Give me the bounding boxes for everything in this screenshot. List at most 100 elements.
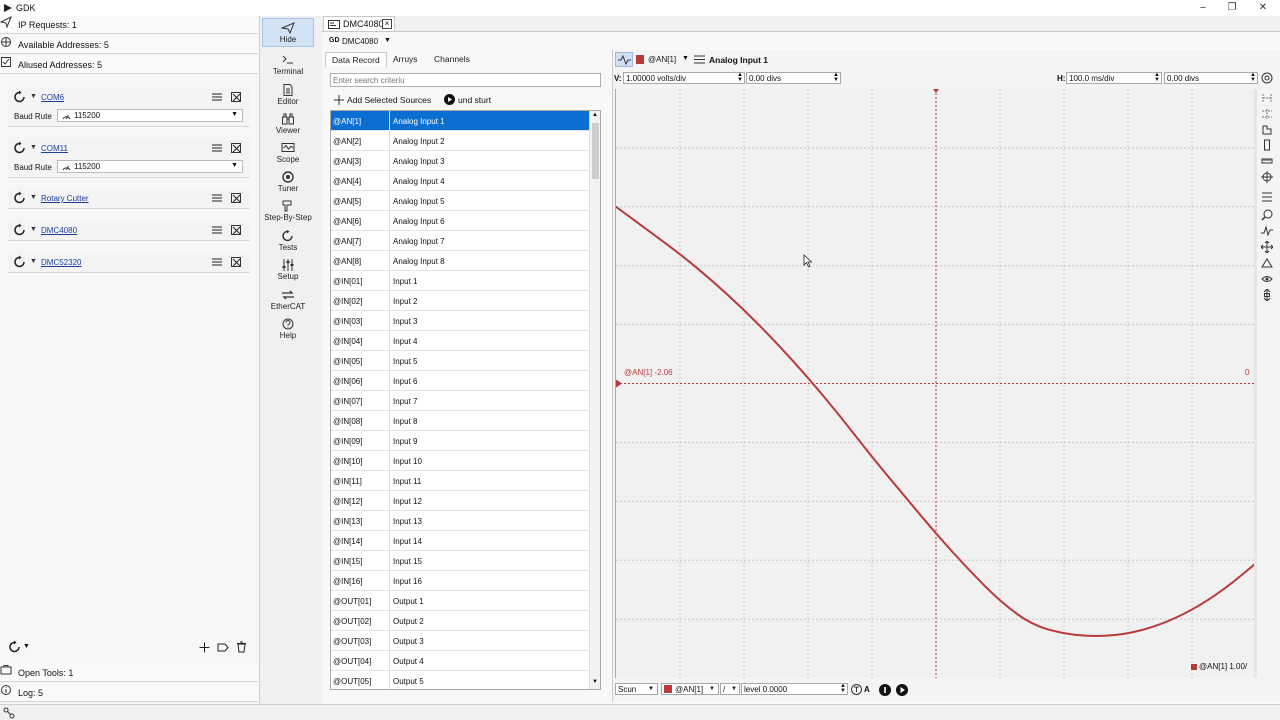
list-item[interactable]: @IN[01] Input 1	[331, 271, 589, 291]
chevron-down-icon[interactable]: ▼	[30, 93, 37, 100]
chevron-down-icon[interactable]: ▼	[30, 144, 37, 151]
close-window-icon[interactable]: ✕	[1256, 2, 1270, 14]
close-icon[interactable]	[231, 257, 241, 267]
baud-rate-select[interactable]: 115200 ▼	[57, 109, 243, 122]
add-icon[interactable]	[199, 642, 210, 653]
menu-icon[interactable]	[212, 92, 222, 102]
chevron-down-icon[interactable]: ▼	[682, 55, 689, 62]
auto-trigger-label[interactable]: A	[864, 685, 870, 694]
tab-arrays[interactable]: Arruys	[387, 52, 424, 67]
ruler-icon[interactable]	[1261, 155, 1273, 167]
tool-setup[interactable]: Setup	[262, 259, 314, 281]
v-scale-input[interactable]: 1.00000 volts/div ▲ ▼	[623, 72, 745, 84]
list-item[interactable]: @IN[11] Input 11	[331, 471, 589, 491]
horizontal-cursor-icon[interactable]	[1261, 108, 1273, 120]
list-item[interactable]: @IN[03] Input 3	[331, 311, 589, 331]
menu-icon[interactable]	[212, 143, 222, 153]
controller-name-link[interactable]: DMC52320	[41, 258, 81, 267]
scroll-up-icon[interactable]: ▲	[592, 112, 598, 118]
refresh-icon[interactable]	[13, 191, 27, 205]
list-item[interactable]: @IN[09] Input 9	[331, 431, 589, 451]
h-offset-input[interactable]: 0.00 divs ▲ ▼	[1164, 72, 1258, 84]
close-icon[interactable]	[231, 193, 241, 203]
connections-icon[interactable]	[3, 707, 15, 719]
crosshair-icon[interactable]	[1261, 171, 1273, 183]
scope-plot[interactable]: @AN[1] -2.06 0 @AN[1] 1.00/	[615, 89, 1256, 678]
channel-selector[interactable]: @AN[1]	[648, 55, 676, 64]
list-item[interactable]: @IN[14] Input 14	[331, 531, 589, 551]
tool-editor[interactable]: Editor	[262, 84, 314, 106]
controller-name-link[interactable]: COM11	[41, 144, 68, 153]
peak-icon[interactable]	[1261, 257, 1273, 269]
tool-ethercat[interactable]: EtherCAT	[262, 289, 314, 311]
tool-tuner[interactable]: Tuner	[262, 171, 314, 193]
spinner-icon[interactable]: ▲ ▼	[833, 72, 839, 83]
trigger-icon[interactable]	[851, 684, 862, 695]
v-offset-input[interactable]: 0.00 divs ▲ ▼	[746, 72, 841, 84]
minimize-icon[interactable]: –	[1196, 2, 1210, 14]
list-item[interactable]: @IN[15] Input 15	[331, 551, 589, 571]
refresh-icon[interactable]	[13, 255, 27, 269]
open-tools-row[interactable]: Open Tools: 1	[0, 664, 258, 682]
list-item[interactable]: @OUT[05] Output 5	[331, 671, 589, 689]
list-item[interactable]: @OUT[03] Output 3	[331, 631, 589, 651]
aliased-addresses-row[interactable]: Aliused Addresses: 5	[0, 56, 258, 74]
list-item[interactable]: @IN[08] Input 8	[331, 411, 589, 431]
refresh-icon[interactable]	[13, 90, 27, 104]
chevron-down-icon[interactable]: ▼	[23, 643, 30, 650]
maximize-icon[interactable]: ❐	[1225, 2, 1239, 14]
settings-circle-icon[interactable]	[1261, 72, 1273, 84]
spinner-icon[interactable]: ▲ ▼	[1250, 72, 1256, 83]
tool-terminal[interactable]: Terminal	[262, 54, 314, 76]
trigger-channel-select[interactable]: @AN[1] ▼	[661, 683, 719, 695]
spinner-icon[interactable]: ▲ ▼	[737, 72, 743, 83]
eye-icon[interactable]	[1261, 273, 1273, 285]
list-item[interactable]: @IN[06] Input 6	[331, 371, 589, 391]
single-shot-icon[interactable]	[879, 684, 891, 696]
trigger-slope-select[interactable]: / ▼	[720, 683, 740, 695]
spinner-icon[interactable]: ▲ ▼	[1154, 72, 1160, 83]
tab-channels[interactable]: Channels	[428, 52, 476, 67]
chevron-down-icon[interactable]: ▼	[30, 226, 37, 233]
menu-icon[interactable]	[694, 55, 705, 64]
baud-rate-select[interactable]: 115200 ▼	[57, 160, 243, 173]
search-field[interactable]	[330, 73, 601, 87]
tab-dmc4080[interactable]: DMC4080 ×	[323, 16, 395, 31]
menu-icon[interactable]	[212, 257, 222, 267]
controller-selector[interactable]: GD DMC4080 ▼	[327, 34, 397, 48]
expand-vertical-icon[interactable]	[1261, 289, 1273, 301]
close-icon[interactable]	[231, 92, 241, 102]
list-item[interactable]: @AN[8] Analog Input 8	[331, 251, 589, 271]
list-item[interactable]: @AN[2] Analog Input 2	[331, 131, 589, 151]
tool-hide[interactable]: Hide	[262, 18, 314, 47]
list-item[interactable]: @IN[10] Input 10	[331, 451, 589, 471]
list-item[interactable]: @IN[05] Input 5	[331, 351, 589, 371]
tool-viewer[interactable]: Viewer	[262, 113, 314, 135]
refresh-icon[interactable]	[13, 141, 27, 155]
scrollbar-thumb[interactable]	[592, 123, 599, 179]
list-item[interactable]: @OUT[04] Output 4	[331, 651, 589, 671]
spinner-icon[interactable]: ▲ ▼	[840, 683, 846, 694]
list-item[interactable]: @IN[12] Input 12	[331, 491, 589, 511]
controller-name-link[interactable]: Rotary Cutter	[41, 194, 89, 203]
list-item[interactable]: @IN[04] Input 4	[331, 331, 589, 351]
list-item[interactable]: @AN[6] Analog Input 6	[331, 211, 589, 231]
list-item[interactable]: @AN[5] Analog Input 5	[331, 191, 589, 211]
chevron-down-icon[interactable]: ▼	[30, 194, 37, 201]
close-tab-icon[interactable]: ×	[382, 19, 392, 29]
chevron-down-icon[interactable]: ▼	[30, 258, 37, 265]
available-addresses-row[interactable]: Available Addresses: 5	[0, 36, 258, 54]
refresh-all-icon[interactable]	[8, 640, 22, 654]
pan-icon[interactable]	[1261, 241, 1273, 253]
menu-icon[interactable]	[212, 193, 222, 203]
list-item[interactable]: @AN[3] Analog Input 3	[331, 151, 589, 171]
list-item[interactable]: @IN[07] Input 7	[331, 391, 589, 411]
list-item[interactable]: @IN[02] Input 2	[331, 291, 589, 311]
zoom-icon[interactable]	[1261, 209, 1273, 221]
marker-icon[interactable]	[1261, 139, 1273, 151]
list-item[interactable]: @IN[16] Input 16	[331, 571, 589, 591]
close-icon[interactable]	[231, 225, 241, 235]
controller-name-link[interactable]: COM6	[41, 93, 64, 102]
tab-data-record[interactable]: Data Record	[325, 52, 387, 67]
menu-icon[interactable]	[212, 225, 222, 235]
